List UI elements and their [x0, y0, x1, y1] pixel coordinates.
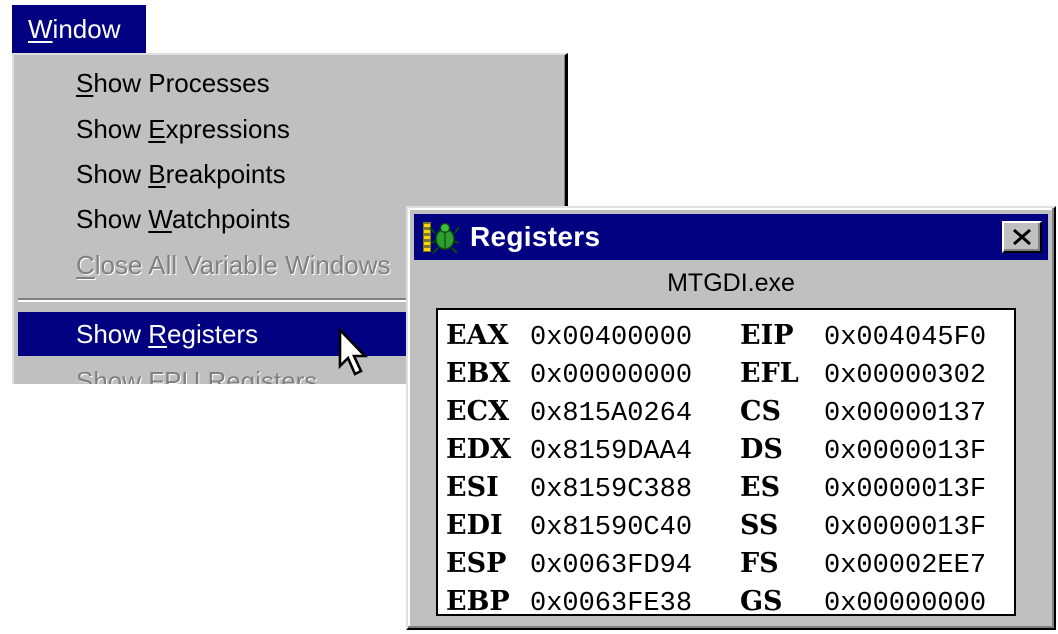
registers-window-title: Registers — [470, 221, 601, 252]
register-row: EDI 0x81590C40 SS 0x0000013F — [446, 506, 1014, 544]
register-name: GS — [740, 586, 783, 617]
register-name: SS — [740, 510, 779, 541]
register-value: 0x0063FD94 — [530, 551, 693, 581]
close-button[interactable] — [1002, 221, 1042, 253]
register-name: ES — [740, 472, 781, 503]
register-value: 0x00000000 — [824, 589, 987, 619]
window-menu-accel: W — [28, 14, 53, 44]
register-value: 0x0000013F — [824, 437, 987, 467]
register-name: EBX — [446, 358, 511, 389]
register-value: 0x00000000 — [530, 361, 693, 391]
register-name: ESI — [446, 472, 499, 503]
register-value: 0x0000013F — [824, 475, 987, 505]
register-row: EAX 0x00400000 EIP 0x004045F0 — [446, 316, 1014, 354]
register-value: 0x0063FE38 — [530, 589, 693, 619]
register-name: EIP — [740, 320, 794, 351]
register-name: ECX — [446, 396, 510, 427]
register-row: ECX 0x815A0264 CS 0x00000137 — [446, 392, 1014, 430]
menu-item-show-breakpoints[interactable]: Show Breakpoints — [18, 152, 561, 196]
register-name: ESP — [446, 548, 507, 579]
register-value: 0x81590C40 — [530, 513, 693, 543]
register-row: EBX 0x00000000 EFL 0x00000302 — [446, 354, 1014, 392]
register-row: EBP 0x0063FE38 GS 0x00000000 — [446, 582, 1014, 620]
register-name: EBP — [446, 586, 510, 617]
process-name: MTGDI.exe — [667, 269, 795, 297]
register-name: EDX — [446, 434, 511, 465]
registers-window: Registers MTGDI.exe EAX 0x00400000 EIP 0x00… — [406, 206, 1056, 630]
register-value: 0x8159C388 — [530, 475, 693, 505]
register-row: EDX 0x8159DAA4 DS 0x0000013F — [446, 430, 1014, 468]
register-name: EFL — [740, 358, 799, 389]
register-value: 0x8159DAA4 — [530, 437, 693, 467]
register-value: 0x00400000 — [530, 323, 693, 353]
bug-icon — [423, 222, 460, 254]
window-menu-label: indow — [52, 14, 121, 44]
register-value: 0x815A0264 — [530, 399, 693, 429]
register-name: EDI — [446, 510, 503, 541]
mouse-pointer-icon — [338, 328, 369, 376]
register-name: FS — [740, 548, 779, 579]
register-name: DS — [740, 434, 783, 465]
register-value: 0x00000302 — [824, 361, 987, 391]
window-menu[interactable]: Window — [12, 5, 146, 53]
register-value: 0x0000013F — [824, 513, 987, 543]
register-row: ESI 0x8159C388 ES 0x0000013F — [446, 468, 1014, 506]
register-value: 0x00000137 — [824, 399, 987, 429]
registers-title-bar[interactable]: Registers — [414, 214, 1048, 260]
register-name: EAX — [446, 320, 509, 351]
close-icon — [1013, 229, 1031, 245]
register-value: 0x004045F0 — [824, 323, 987, 353]
menu-item-show-expressions[interactable]: Show Expressions — [18, 107, 561, 151]
register-table: EAX 0x00400000 EIP 0x004045F0 EBX 0x00000000… — [436, 308, 1016, 619]
register-name: CS — [740, 396, 781, 427]
register-value: 0x00002EE7 — [824, 551, 987, 581]
register-row: ESP 0x0063FD94 FS 0x00002EE7 — [446, 544, 1014, 582]
menu-item-show-processes[interactable]: Show Processes — [18, 61, 561, 105]
